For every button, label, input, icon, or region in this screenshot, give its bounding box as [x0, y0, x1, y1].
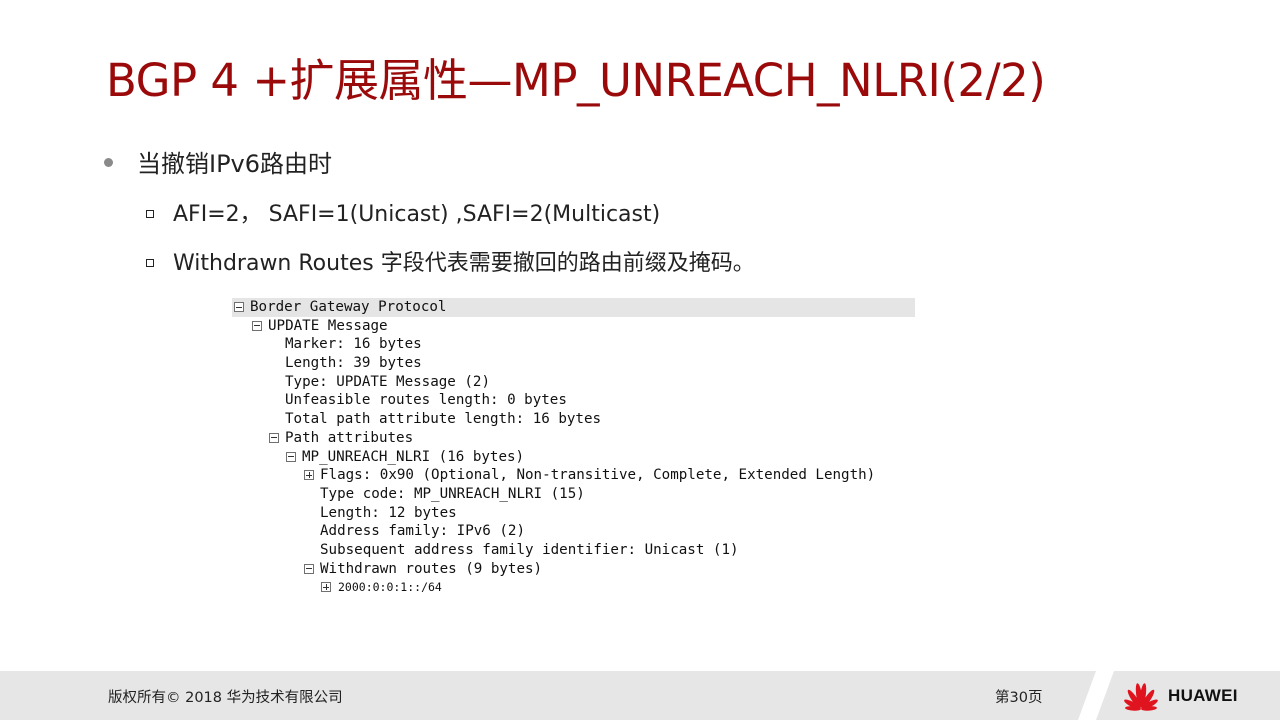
tree-row[interactable]: Flags: 0x90 (Optional, Non-transitive, C…: [232, 466, 915, 485]
bullet-sub-text: Withdrawn Routes 字段代表需要撤回的路由前缀及掩码。: [173, 251, 755, 276]
packet-detail-tree: Border Gateway Protocol UPDATE Message M…: [232, 298, 915, 597]
tree-row[interactable]: Total path attribute length: 16 bytes: [232, 410, 915, 429]
tree-row[interactable]: 2000:0:0:1::/64: [232, 578, 915, 597]
slide-title: BGP 4 +扩展属性—MP_UNREACH_NLRI(2/2): [106, 54, 1046, 107]
tree-row[interactable]: Type code: MP_UNREACH_NLRI (15): [232, 485, 915, 504]
square-bullet-icon: [146, 258, 154, 267]
bullet-dot-icon: [104, 158, 113, 167]
expand-icon[interactable]: [304, 470, 314, 481]
copyright-text: 版权所有© 2018 华为技术有限公司: [108, 690, 343, 706]
tree-row[interactable]: Length: 12 bytes: [232, 504, 915, 523]
bullet-main: 当撤销IPv6路由时: [104, 144, 332, 179]
huawei-logo-icon: [1124, 683, 1158, 711]
tree-row[interactable]: Subsequent address family identifier: Un…: [232, 541, 915, 560]
tree-row[interactable]: Unfeasible routes length: 0 bytes: [232, 391, 915, 410]
collapse-icon[interactable]: [252, 320, 262, 331]
tree-row[interactable]: Type: UPDATE Message (2): [232, 373, 915, 392]
tree-row[interactable]: Withdrawn routes (9 bytes): [232, 560, 915, 579]
tree-row[interactable]: Length: 39 bytes: [232, 354, 915, 373]
bullet-sub-1: AFI=2， SAFI=1(Unicast) ,SAFI=2(Multicast…: [146, 196, 660, 228]
collapse-icon[interactable]: [286, 451, 296, 462]
collapse-icon[interactable]: [234, 302, 244, 312]
tree-row[interactable]: UPDATE Message: [232, 317, 915, 336]
expand-icon[interactable]: [321, 582, 331, 593]
footer-bar: 版权所有© 2018 华为技术有限公司 第30页 HUAWEI: [0, 671, 1280, 720]
tree-row[interactable]: Marker: 16 bytes: [232, 335, 915, 354]
tree-row[interactable]: Path attributes: [232, 429, 915, 448]
tree-row[interactable]: Address family: IPv6 (2): [232, 522, 915, 541]
tree-row[interactable]: MP_UNREACH_NLRI (16 bytes): [232, 448, 915, 467]
tree-row[interactable]: Border Gateway Protocol: [232, 298, 915, 317]
collapse-icon[interactable]: [269, 432, 279, 443]
bullet-main-text: 当撤销IPv6路由时: [137, 150, 333, 178]
page-number: 第30页: [995, 690, 1043, 706]
brand-name: HUAWEI: [1168, 686, 1238, 705]
collapse-icon[interactable]: [304, 563, 314, 574]
square-bullet-icon: [146, 209, 154, 218]
divider-slash-icon: [1078, 671, 1114, 720]
bullet-sub-2: Withdrawn Routes 字段代表需要撤回的路由前缀及掩码。: [146, 245, 755, 277]
bullet-sub-text: AFI=2， SAFI=1(Unicast) ,SAFI=2(Multicast…: [173, 202, 661, 227]
